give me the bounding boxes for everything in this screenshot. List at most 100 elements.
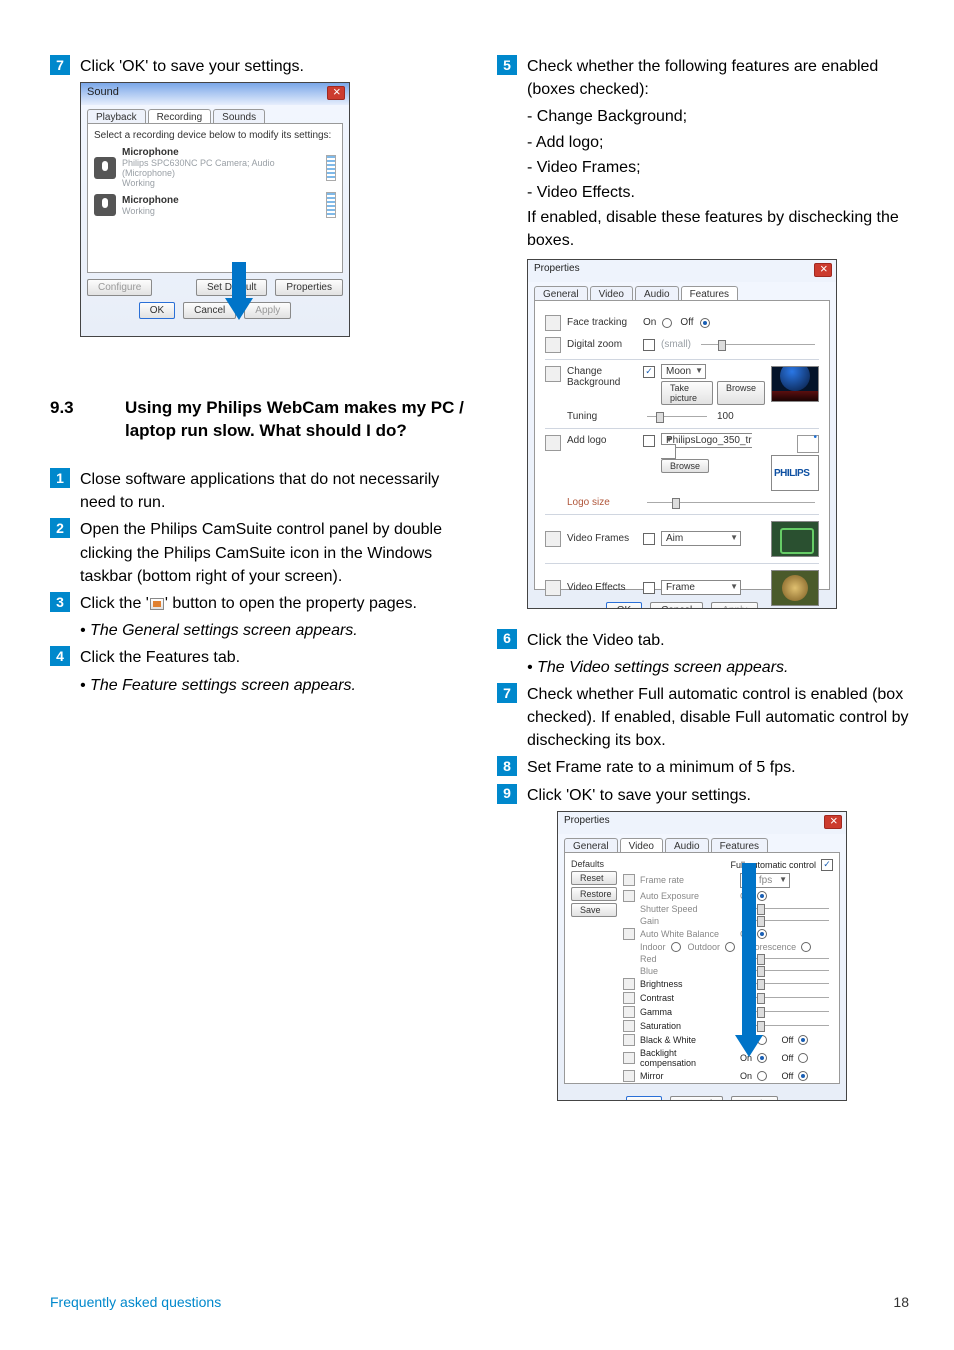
- radio[interactable]: [757, 1071, 767, 1081]
- footer-text: Frequently asked questions: [50, 1294, 221, 1310]
- ok-button[interactable]: OK: [139, 302, 175, 319]
- slider[interactable]: [744, 958, 829, 959]
- face-icon: [545, 315, 561, 331]
- step-text: Set Frame rate to a minimum of 5 fps.: [527, 756, 914, 779]
- tabs: General Video Audio Features: [558, 834, 846, 852]
- row-icon: [623, 1006, 635, 1018]
- off-label: Off: [680, 317, 693, 328]
- checkbox[interactable]: [643, 582, 655, 594]
- radio[interactable]: [801, 942, 811, 952]
- tab-audio[interactable]: Audio: [635, 286, 679, 300]
- label: Digital zoom: [567, 339, 637, 350]
- radio[interactable]: [757, 929, 767, 939]
- tab-playback[interactable]: Playback: [87, 109, 146, 123]
- configure-button[interactable]: Configure: [87, 279, 152, 296]
- restore-button[interactable]: Restore: [571, 887, 617, 901]
- fx-combo[interactable]: Frame: [661, 580, 741, 595]
- bg-combo[interactable]: Moon: [661, 364, 706, 379]
- checkbox[interactable]: ✓: [643, 366, 655, 378]
- label: Frame rate: [640, 875, 735, 885]
- step: 4 Click the Features tab.: [50, 646, 467, 669]
- radio[interactable]: [798, 1035, 808, 1045]
- label: Face tracking: [567, 317, 637, 328]
- page-number: 18: [893, 1294, 909, 1310]
- row-icon: [623, 890, 635, 902]
- titlebar: Sound: [81, 83, 349, 105]
- checkbox[interactable]: [643, 339, 655, 351]
- reset-button[interactable]: Reset: [571, 871, 617, 885]
- radio-off[interactable]: [700, 318, 710, 328]
- video-properties-dialog: Properties General Video Audio Features …: [557, 811, 847, 1101]
- tab-features[interactable]: Features: [711, 838, 768, 852]
- screenshot-properties-features: Properties General Video Audio Features …: [527, 259, 914, 609]
- step-number: 7: [497, 683, 517, 703]
- slider[interactable]: [744, 908, 829, 909]
- apply-button[interactable]: Apply: [731, 1096, 778, 1101]
- step-number: 1: [50, 468, 70, 488]
- section-number: 9.3: [50, 397, 125, 443]
- row-icon: [623, 978, 635, 990]
- radio[interactable]: [671, 942, 681, 952]
- step-text: Close software applications that do not …: [80, 468, 467, 514]
- logo-combo[interactable]: PhilipsLogo_350_tr: [661, 433, 752, 459]
- take-picture-button[interactable]: Take picture: [661, 381, 713, 405]
- device-row[interactable]: Microphone Working: [94, 192, 336, 218]
- slider[interactable]: [744, 970, 829, 971]
- frames-combo[interactable]: Aim: [661, 531, 741, 546]
- device-row[interactable]: Microphone Philips SPC630NC PC Camera; A…: [94, 147, 336, 188]
- row-icon: [623, 1070, 635, 1082]
- close-icon[interactable]: [814, 263, 832, 277]
- bullet: - Add logo;: [497, 131, 914, 154]
- save-button[interactable]: Save: [571, 903, 617, 917]
- radio-on[interactable]: [662, 318, 672, 328]
- slider[interactable]: [744, 997, 829, 998]
- tab-features[interactable]: Features: [681, 286, 738, 300]
- tab-audio[interactable]: Audio: [665, 838, 709, 852]
- label: Video Frames: [567, 533, 637, 544]
- slider[interactable]: [701, 344, 815, 345]
- ok-button[interactable]: OK: [626, 1096, 662, 1101]
- slider[interactable]: [647, 416, 707, 417]
- radio[interactable]: [757, 891, 767, 901]
- browse-button[interactable]: Browse: [717, 381, 765, 405]
- tab-video[interactable]: Video: [590, 286, 633, 300]
- tab-recording[interactable]: Recording: [148, 109, 212, 123]
- label: Saturation: [640, 1021, 735, 1031]
- slider[interactable]: [744, 1011, 829, 1012]
- microphone-icon: [94, 194, 116, 216]
- slider[interactable]: [744, 920, 829, 921]
- slider[interactable]: [744, 983, 829, 984]
- tab-sounds[interactable]: Sounds: [213, 109, 265, 123]
- frames-icon: [545, 531, 561, 547]
- bg-thumbnail: [771, 366, 819, 402]
- radio[interactable]: [725, 942, 735, 952]
- label: Black & White: [640, 1035, 735, 1045]
- cancel-button[interactable]: Cancel: [670, 1096, 723, 1101]
- slider[interactable]: [744, 1025, 829, 1026]
- level-meter: [326, 192, 336, 218]
- radio[interactable]: [798, 1053, 808, 1063]
- step: 1 Close software applications that do no…: [50, 468, 467, 514]
- properties-button[interactable]: Properties: [275, 279, 343, 296]
- step-text: Check whether Full automatic control is …: [527, 683, 914, 753]
- checkbox[interactable]: [643, 435, 655, 447]
- tab-general[interactable]: General: [564, 838, 618, 852]
- close-icon[interactable]: [824, 815, 842, 829]
- label: Add logo: [567, 435, 637, 446]
- tab-video[interactable]: Video: [620, 838, 663, 852]
- tabs: General Video Audio Features: [528, 282, 836, 300]
- dialog-title: Properties: [564, 815, 610, 826]
- logo-position-tl[interactable]: [797, 435, 819, 453]
- checkbox[interactable]: ✓: [821, 859, 833, 871]
- row-icon: [623, 1020, 635, 1032]
- text-after: ' button to open the property pages.: [165, 595, 417, 612]
- slider[interactable]: [647, 502, 815, 503]
- apply-button[interactable]: Apply: [711, 602, 758, 609]
- close-icon[interactable]: [327, 86, 345, 100]
- ok-button[interactable]: OK: [606, 602, 642, 609]
- tab-general[interactable]: General: [534, 286, 588, 300]
- browse-button[interactable]: Browse: [661, 459, 709, 473]
- cancel-button[interactable]: Cancel: [650, 602, 703, 609]
- checkbox[interactable]: [643, 533, 655, 545]
- radio[interactable]: [798, 1071, 808, 1081]
